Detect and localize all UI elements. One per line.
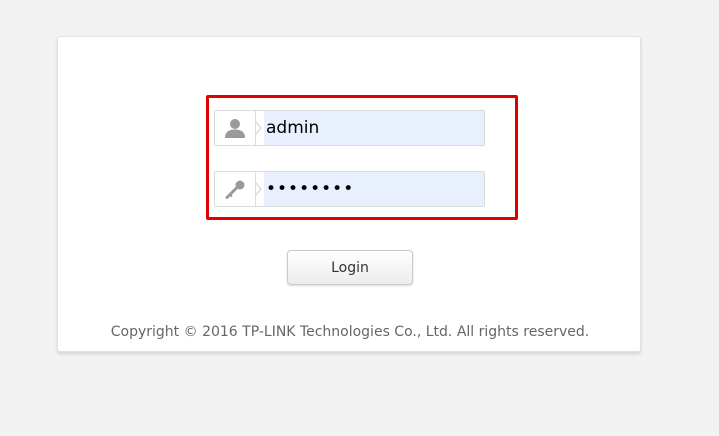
field-separator-arrow bbox=[255, 181, 262, 197]
password-input[interactable] bbox=[264, 172, 484, 206]
login-card: Login Copyright © 2016 TP-LINK Technolog… bbox=[57, 36, 641, 352]
user-icon bbox=[215, 111, 256, 145]
password-field[interactable] bbox=[214, 171, 485, 207]
username-input[interactable] bbox=[264, 111, 484, 145]
field-separator-arrow bbox=[255, 120, 262, 136]
copyright-text: Copyright © 2016 TP-LINK Technologies Co… bbox=[110, 324, 590, 340]
key-icon bbox=[215, 172, 256, 206]
login-button[interactable]: Login bbox=[287, 250, 413, 285]
username-field[interactable] bbox=[214, 110, 485, 146]
